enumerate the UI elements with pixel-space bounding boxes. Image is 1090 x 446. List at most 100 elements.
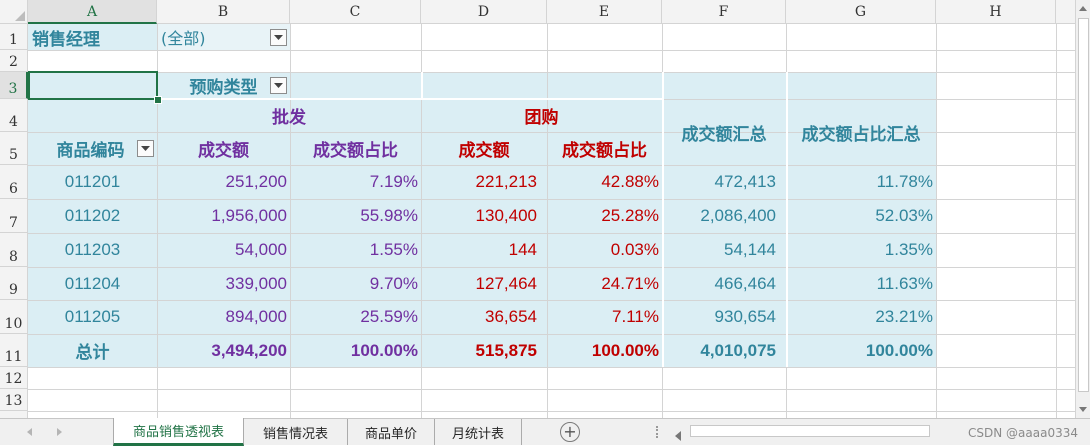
tab-product-unit-price[interactable]: 商品单价 bbox=[348, 419, 435, 445]
column-header-f[interactable]: F bbox=[662, 0, 786, 24]
previous-sheet-icon[interactable] bbox=[22, 425, 36, 439]
row-header-2[interactable]: 2 bbox=[0, 50, 28, 72]
row-header-5[interactable]: 5 bbox=[0, 132, 28, 165]
wholesale-ratio-cell[interactable]: 1.55% bbox=[290, 233, 421, 267]
subheader-groupbuy-ratio: 成交额占比 bbox=[562, 141, 647, 161]
row-code-cell[interactable]: 011205 bbox=[28, 300, 157, 334]
total-amount-cell[interactable]: 930,654 bbox=[662, 300, 786, 334]
groupbuy-ratio-cell[interactable]: 25.28% bbox=[547, 199, 662, 233]
add-sheet-icon[interactable]: + bbox=[560, 422, 580, 442]
total-amount-header: 成交额汇总 bbox=[681, 124, 767, 145]
subheader-wholesale-amount: 成交额 bbox=[198, 141, 249, 161]
tab-splitter-handle[interactable] bbox=[656, 426, 660, 438]
groupbuy-amount-cell[interactable]: 221,213 bbox=[421, 165, 547, 199]
filter-dropdown-button[interactable] bbox=[270, 29, 287, 46]
total-ratio-cell[interactable]: 1.35% bbox=[786, 233, 936, 267]
column-header-partial bbox=[1056, 0, 1075, 24]
column-header-a[interactable]: A bbox=[28, 0, 157, 24]
groupbuy-amount-cell[interactable]: 130,400 bbox=[421, 199, 547, 233]
total-amount-cell[interactable]: 466,464 bbox=[662, 267, 786, 300]
groupbuy-ratio-total[interactable]: 100.00% bbox=[547, 334, 662, 367]
scroll-up-arrow-icon[interactable] bbox=[1077, 1, 1089, 15]
row-header-partial bbox=[0, 411, 28, 418]
groupbuy-ratio-cell[interactable]: 24.71% bbox=[547, 267, 662, 300]
groupbuy-amount-total[interactable]: 515,875 bbox=[421, 334, 547, 367]
total-ratio-cell[interactable]: 11.63% bbox=[786, 267, 936, 300]
row-header-9[interactable]: 9 bbox=[0, 267, 28, 300]
select-all-corner[interactable] bbox=[0, 0, 28, 24]
column-header-b[interactable]: B bbox=[157, 0, 290, 24]
wholesale-amount-cell[interactable]: 54,000 bbox=[157, 233, 290, 267]
row-header-4[interactable]: 4 bbox=[0, 99, 28, 132]
row-header-10[interactable]: 10 bbox=[0, 300, 28, 334]
group-header-groupbuy: 团购 bbox=[524, 108, 559, 128]
wholesale-ratio-cell[interactable]: 9.70% bbox=[290, 267, 421, 300]
row-header-11[interactable]: 11 bbox=[0, 334, 28, 367]
groupbuy-amount-cell[interactable]: 144 bbox=[421, 233, 547, 267]
tab-product-sales-pivot[interactable]: 商品销售透视表 bbox=[113, 418, 244, 446]
row-field-dropdown-button[interactable] bbox=[137, 140, 154, 157]
row-header-6[interactable]: 6 bbox=[0, 165, 28, 199]
tab-monthly-stats[interactable]: 月统计表 bbox=[435, 419, 522, 445]
wholesale-ratio-total[interactable]: 100.00% bbox=[290, 334, 421, 367]
row-code-cell[interactable]: 011202 bbox=[28, 199, 157, 233]
grand-total-label: 总计 bbox=[75, 343, 110, 363]
grand-total-ratio[interactable]: 100.00% bbox=[786, 334, 936, 367]
wholesale-ratio-cell[interactable]: 25.59% bbox=[290, 300, 421, 334]
fill-handle[interactable] bbox=[154, 96, 162, 104]
wholesale-amount-total[interactable]: 3,494,200 bbox=[157, 334, 290, 367]
row-header-8[interactable]: 8 bbox=[0, 233, 28, 267]
column-header-e[interactable]: E bbox=[547, 0, 662, 24]
wholesale-amount-cell[interactable]: 339,000 bbox=[157, 267, 290, 300]
wholesale-amount-cell[interactable]: 251,200 bbox=[157, 165, 290, 199]
column-header-g[interactable]: G bbox=[786, 0, 936, 24]
total-amount-cell[interactable]: 472,413 bbox=[662, 165, 786, 199]
row-header-7[interactable]: 7 bbox=[0, 199, 28, 233]
groupbuy-ratio-cell[interactable]: 7.11% bbox=[547, 300, 662, 334]
column-field-dropdown-button[interactable] bbox=[270, 77, 287, 94]
total-ratio-cell[interactable]: 11.78% bbox=[786, 165, 936, 199]
wholesale-ratio-cell[interactable]: 7.19% bbox=[290, 165, 421, 199]
column-header-c[interactable]: C bbox=[290, 0, 421, 24]
chevron-down-icon bbox=[274, 82, 283, 88]
scroll-left-arrow-icon[interactable] bbox=[675, 426, 681, 445]
total-ratio-header: 成交额占比汇总 bbox=[801, 124, 921, 145]
row-header-13[interactable]: 13 bbox=[0, 389, 28, 411]
watermark-text: CSDN @aaaa0334 bbox=[968, 426, 1078, 440]
active-cell-selection[interactable] bbox=[28, 71, 158, 100]
total-ratio-cell[interactable]: 52.03% bbox=[786, 199, 936, 233]
wholesale-amount-cell[interactable]: 1,956,000 bbox=[157, 199, 290, 233]
wholesale-amount-cell[interactable]: 894,000 bbox=[157, 300, 290, 334]
groupbuy-ratio-cell[interactable]: 42.88% bbox=[547, 165, 662, 199]
row-header-1[interactable]: 1 bbox=[0, 24, 28, 50]
row-code-cell[interactable]: 011203 bbox=[28, 233, 157, 267]
row-header-3[interactable]: 3 bbox=[0, 72, 28, 99]
row-code-cell[interactable]: 011204 bbox=[28, 267, 157, 300]
vertical-scrollbar[interactable] bbox=[1075, 0, 1090, 418]
subheader-wholesale-ratio: 成交额占比 bbox=[313, 141, 398, 161]
horizontal-scroll-thumb[interactable] bbox=[690, 425, 930, 437]
chevron-down-icon bbox=[274, 34, 283, 40]
groupbuy-amount-cell[interactable]: 127,464 bbox=[421, 267, 547, 300]
cell-area[interactable]: 销售经理 (全部) 预购类型 批发 团购 成交额汇总 成交额占比汇总 商品编码 … bbox=[28, 24, 1075, 418]
total-ratio-cell[interactable]: 23.21% bbox=[786, 300, 936, 334]
row-header-12[interactable]: 12 bbox=[0, 367, 28, 389]
group-header-wholesale: 批发 bbox=[272, 108, 306, 128]
total-amount-cell[interactable]: 2,086,400 bbox=[662, 199, 786, 233]
column-header-d[interactable]: D bbox=[421, 0, 547, 24]
scroll-down-arrow-icon[interactable] bbox=[1077, 402, 1089, 416]
row-field-label: 商品编码 bbox=[56, 141, 125, 161]
vertical-scroll-thumb[interactable] bbox=[1078, 18, 1089, 392]
tab-sales-status[interactable]: 销售情况表 bbox=[244, 419, 348, 445]
row-code-cell[interactable]: 011201 bbox=[28, 165, 157, 199]
total-amount-cell[interactable]: 54,144 bbox=[662, 233, 786, 267]
next-sheet-icon[interactable] bbox=[52, 425, 66, 439]
groupbuy-ratio-cell[interactable]: 0.03% bbox=[547, 233, 662, 267]
wholesale-ratio-cell[interactable]: 55.98% bbox=[290, 199, 421, 233]
column-header-h[interactable]: H bbox=[936, 0, 1056, 24]
subheader-groupbuy-amount: 成交额 bbox=[458, 141, 510, 161]
grand-total-amount[interactable]: 4,010,075 bbox=[662, 334, 786, 367]
groupbuy-amount-cell[interactable]: 36,654 bbox=[421, 300, 547, 334]
spreadsheet-grid[interactable]: A B C D E F G H 1 2 3 4 5 6 7 8 9 10 11 … bbox=[0, 0, 1075, 418]
chevron-down-icon bbox=[141, 145, 150, 151]
